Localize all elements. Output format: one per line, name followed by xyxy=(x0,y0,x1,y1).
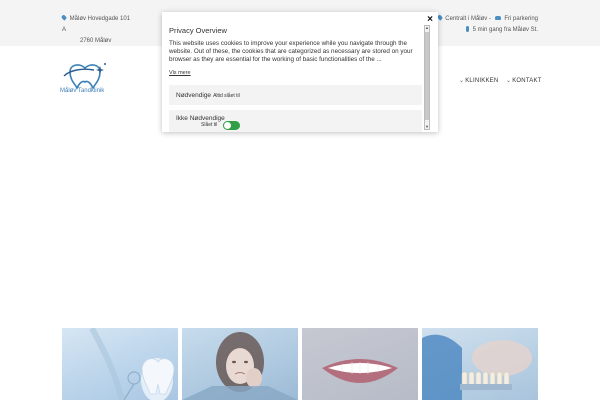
non-necessary-toggle[interactable] xyxy=(223,121,240,130)
modal-title: Privacy Overview xyxy=(169,26,227,35)
category-non-necessary[interactable]: Ikke Nødvendige Slået til xyxy=(169,110,422,132)
scroll-thumb[interactable] xyxy=(425,32,429,120)
nav-item-klinikken[interactable]: ⌄KLINIKKEN xyxy=(459,77,498,84)
address-line1: Måløv Hovedgade 101 A xyxy=(62,16,131,33)
tooth-logo-icon[interactable] xyxy=(60,60,110,100)
scroll-down-icon[interactable]: ▼ xyxy=(425,125,429,129)
category-necessary[interactable]: Nødvendige Altid slået til xyxy=(169,85,422,105)
close-icon[interactable]: × xyxy=(425,15,435,25)
modal-scrollbar[interactable]: ▲ ▼ xyxy=(424,25,430,130)
category-label: Nødvendige xyxy=(176,92,212,99)
address-block: Måløv Hovedgade 101 A 2760 Måløv xyxy=(60,14,132,47)
chevron-down-icon: ⌄ xyxy=(506,78,512,84)
map-pin-icon xyxy=(60,14,68,21)
chevron-down-icon: ⌄ xyxy=(459,78,465,84)
scroll-up-icon[interactable]: ▲ xyxy=(425,26,429,30)
smile-image xyxy=(302,328,418,400)
nav-item-kontakt[interactable]: ⌄KONTAKT xyxy=(506,77,542,84)
parking-text: Fri parkering xyxy=(504,16,538,22)
location-text: Centralt i Måløv - xyxy=(445,16,491,22)
modal-description: This website uses cookies to improve you… xyxy=(169,40,413,64)
toothache-woman-image xyxy=(182,328,298,400)
category-status: Slået til xyxy=(201,122,218,128)
brand-name: Måløv Tandklinik xyxy=(60,88,105,94)
category-status: Altid slået til xyxy=(213,93,240,99)
category-label: Ikke Nødvendige xyxy=(176,115,225,122)
location-info: Centralt i Måløv - Fri parkering 5 min g… xyxy=(436,14,538,36)
car-icon xyxy=(494,16,501,20)
privacy-modal: × Privacy Overview This website uses coo… xyxy=(162,12,438,132)
dental-tools-image xyxy=(62,328,178,400)
walking-icon xyxy=(465,26,469,32)
show-more-link[interactable]: Vis mere xyxy=(169,70,191,76)
walk-text: 5 min gang fra Måløv St. xyxy=(472,27,538,33)
toggle-knob xyxy=(224,122,231,129)
shade-guide-image xyxy=(422,328,538,400)
address-line2: 2760 Måløv xyxy=(80,38,112,44)
page: Måløv Hovedgade 101 A 2760 Måløv Central… xyxy=(0,0,600,400)
